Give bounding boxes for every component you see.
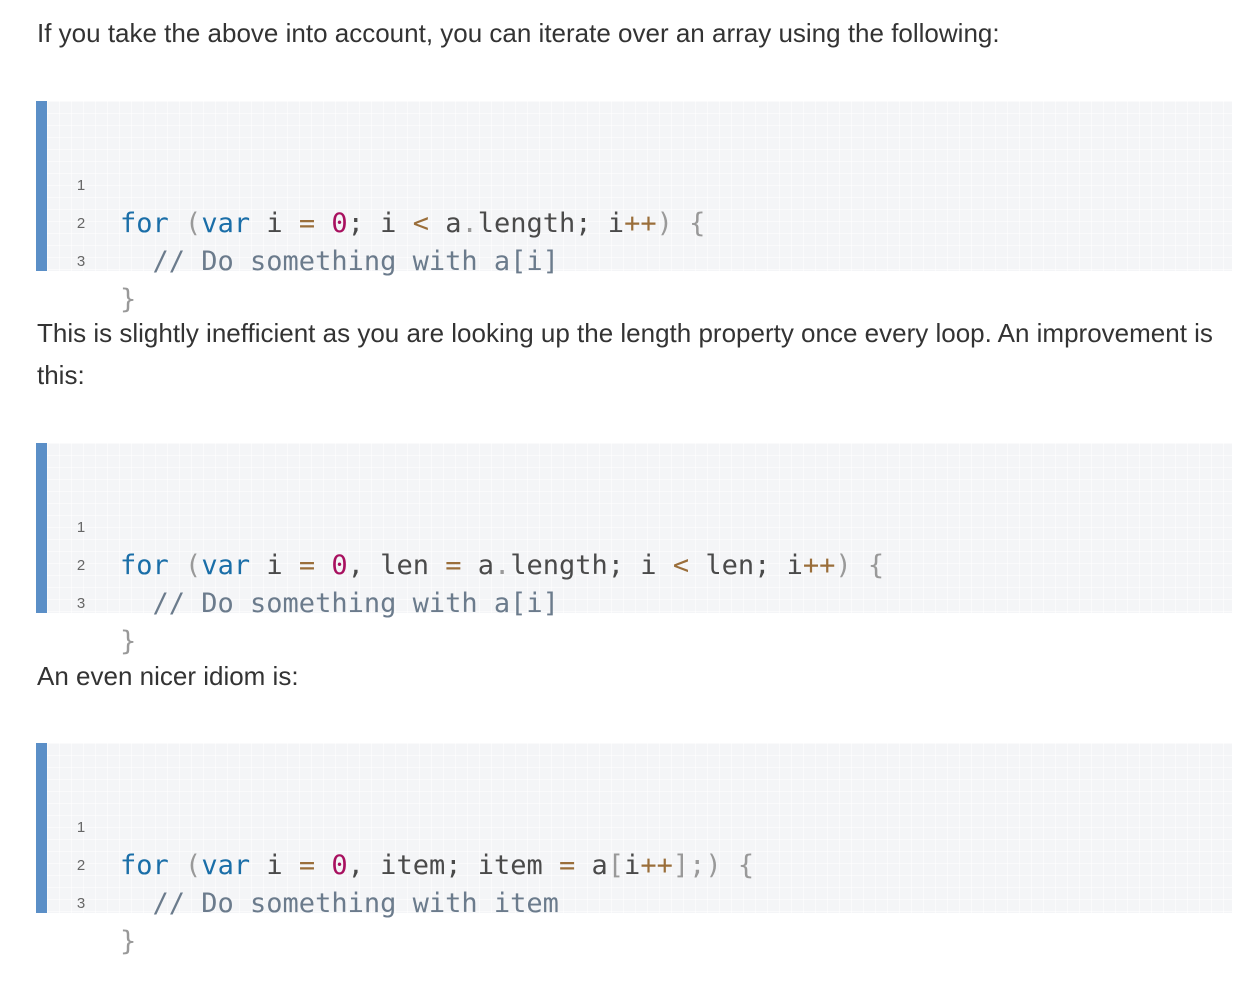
code-comment: // Do something with a[i] — [120, 588, 559, 619]
code-text: } — [120, 926, 137, 957]
code-comment: // Do something with a[i] — [120, 246, 559, 277]
code-block-basic-loop: 1 for (var i = 0; i < a.length; i++) { 2… — [36, 101, 1232, 315]
code-line: 2 // Do something with a[i] — [47, 509, 1232, 619]
line-number: 3 — [76, 895, 86, 912]
code-block-item-loop: 1 for (var i = 0, item; item = a[i++];) … — [36, 743, 1232, 957]
code-line: 3 } — [47, 547, 1232, 657]
paragraph-intro: If you take the above into account, you … — [37, 18, 1000, 48]
line-number: 3 — [76, 595, 86, 612]
code-line: 1 for (var i = 0, len = a.length; i < le… — [47, 471, 1232, 581]
code-line: 3 } — [47, 847, 1232, 957]
code-line: 3 } — [47, 205, 1232, 315]
code-line: 2 // Do something with item — [47, 809, 1232, 919]
code-line: 1 for (var i = 0; i < a.length; i++) { — [47, 129, 1232, 239]
code-line: 1 for (var i = 0, item; item = a[i++];) … — [47, 771, 1232, 881]
code-block-cached-length-loop: 1 for (var i = 0, len = a.length; i < le… — [36, 443, 1232, 657]
line-number: 3 — [76, 253, 86, 270]
code-line: 2 // Do something with a[i] — [47, 167, 1232, 277]
paragraph-nicer-idiom: An even nicer idiom is: — [37, 661, 299, 691]
code-comment: // Do something with item — [120, 888, 559, 919]
paragraph-inefficiency: This is slightly inefficient as you are … — [37, 318, 1213, 390]
